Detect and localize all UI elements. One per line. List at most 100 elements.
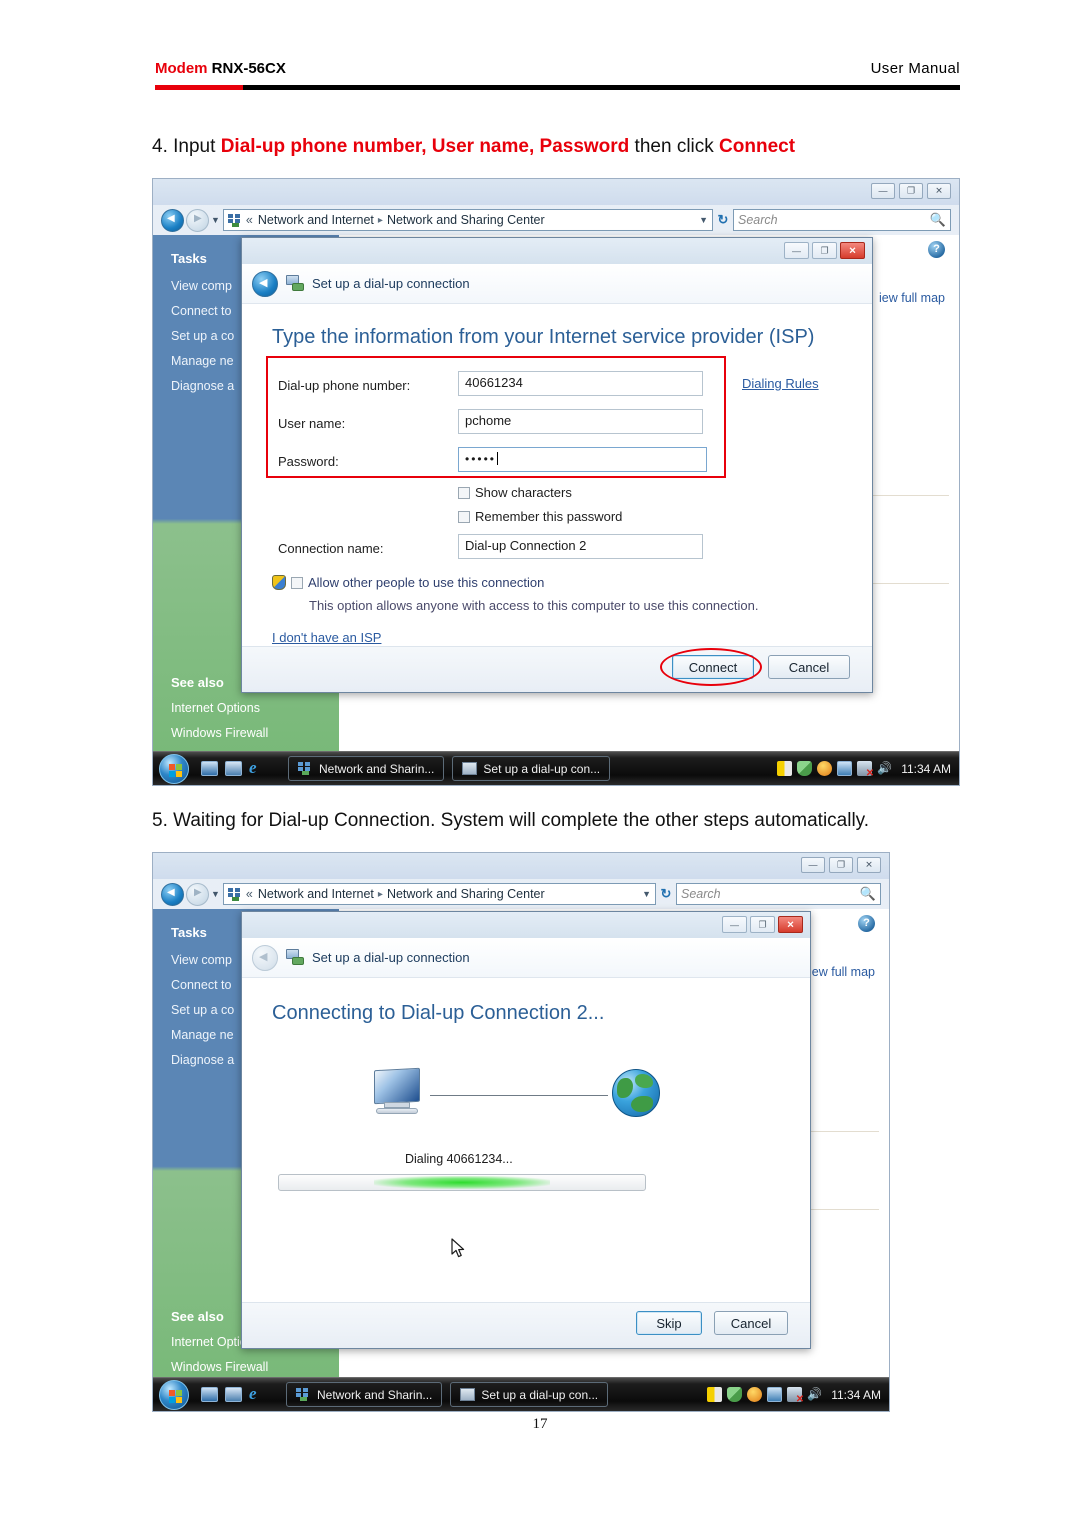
taskbar-clock-2[interactable]: 11:34 AM [831, 1388, 881, 1402]
switch-windows-icon[interactable] [225, 761, 242, 776]
tray-flag-icon[interactable] [777, 761, 793, 776]
recent-pages-chevron-icon-2[interactable]: ▼ [211, 889, 220, 899]
search-input[interactable]: Search 🔍 [733, 209, 951, 231]
refresh-icon[interactable]: ↻ [713, 212, 733, 228]
forward-button[interactable] [186, 208, 209, 232]
allow-others-row[interactable]: Allow other people to use this connectio… [272, 575, 544, 590]
breadcrumb-overflow[interactable]: « [246, 213, 253, 227]
breadcrumb-2[interactable]: « Network and Internet ▸ Network and Sha… [222, 883, 656, 905]
breadcrumb-item-0[interactable]: Network and Internet [258, 213, 374, 227]
remember-password-checkbox[interactable] [458, 510, 470, 523]
breadcrumb[interactable]: « Network and Internet ▸ Network and Sha… [222, 209, 713, 231]
search-icon[interactable]: 🔍 [930, 212, 946, 228]
skip-button[interactable]: Skip [636, 1311, 702, 1335]
help-icon[interactable]: ? [928, 241, 945, 258]
no-isp-link[interactable]: I don't have an ISP [272, 630, 381, 645]
sidebar-item-diagnose-2[interactable]: Diagnose a [171, 1053, 234, 1067]
sidebar-item-windows-firewall[interactable]: Windows Firewall [171, 726, 268, 740]
cancel-button-2[interactable]: Cancel [714, 1311, 788, 1335]
remember-password-checkbox-row[interactable]: Remember this password [458, 509, 622, 524]
back-button[interactable] [161, 208, 184, 232]
sidebar-item-manage-network-2[interactable]: Manage ne [171, 1028, 234, 1042]
breadcrumb-item-2-1[interactable]: Network and Sharing Center [387, 887, 545, 901]
internet-explorer-icon-2[interactable]: e [249, 1385, 266, 1402]
wizard-maximize-button[interactable]: ❐ [812, 242, 837, 259]
switch-windows-icon-2[interactable] [225, 1387, 242, 1402]
close-button[interactable]: ✕ [927, 183, 951, 199]
search-icon-2[interactable]: 🔍 [860, 886, 876, 902]
explorer-window-controls-2[interactable]: — ❐ ✕ [801, 857, 881, 873]
taskbar-button-dialup-wizard-2[interactable]: Set up a dial-up con... [450, 1382, 609, 1407]
show-characters-checkbox[interactable] [458, 486, 470, 499]
sidebar-item-internet-options[interactable]: Internet Options [171, 701, 260, 715]
wizard-back-button[interactable] [252, 270, 278, 297]
tray-warning-icon[interactable] [817, 761, 833, 776]
tray-volume-icon-2[interactable]: 🔊 [807, 1387, 822, 1402]
help-icon-2[interactable]: ? [858, 915, 875, 932]
quick-launch-bar-1[interactable]: e [201, 759, 266, 776]
breadcrumb-item-1[interactable]: Network and Sharing Center [387, 213, 545, 227]
start-button[interactable] [159, 753, 189, 784]
sidebar-item-connect-to[interactable]: Connect to [171, 304, 231, 318]
sidebar-item-view-computers-2[interactable]: View comp [171, 953, 232, 967]
cancel-button[interactable]: Cancel [768, 655, 850, 679]
tray-network-disconnected-icon-2[interactable] [787, 1387, 804, 1405]
quick-launch-bar-2[interactable]: e [201, 1385, 266, 1402]
sidebar-item-set-up-connection-2[interactable]: Set up a co [171, 1003, 234, 1017]
taskbar-button-network-sharing-2[interactable]: Network and Sharin... [286, 1382, 443, 1407]
breadcrumb-item-2-0[interactable]: Network and Internet [258, 887, 374, 901]
forward-button-2[interactable] [186, 882, 209, 906]
show-characters-checkbox-row[interactable]: Show characters [458, 485, 572, 500]
tray-display-icon[interactable] [837, 761, 853, 776]
taskbar-button-dialup-wizard[interactable]: Set up a dial-up con... [452, 756, 611, 781]
tray-network-disconnected-icon[interactable] [857, 761, 874, 779]
phone-number-input[interactable]: 40661234 [458, 371, 703, 396]
search-input-2[interactable]: Search 🔍 [676, 883, 881, 905]
taskbar-button-network-sharing[interactable]: Network and Sharin... [288, 756, 445, 781]
wizard-window-controls-1[interactable]: — ❐ ✕ [784, 242, 865, 259]
tray-flag-icon-2[interactable] [707, 1387, 723, 1402]
tray-security-shield-icon-2[interactable] [727, 1387, 743, 1402]
allow-others-checkbox[interactable] [291, 576, 303, 589]
breadcrumb-dropdown-icon[interactable]: ▼ [693, 215, 708, 225]
connection-name-input[interactable]: Dial-up Connection 2 [458, 534, 703, 559]
password-input[interactable]: ••••• [458, 447, 707, 472]
internet-explorer-icon[interactable]: e [249, 759, 266, 776]
system-tray-2[interactable]: 🔊 11:34 AM [707, 1387, 889, 1405]
sidebar-item-windows-firewall-2[interactable]: Windows Firewall [171, 1360, 268, 1374]
view-full-map-link[interactable]: iew full map [879, 291, 945, 305]
wizard-close-button[interactable]: ✕ [840, 242, 865, 259]
breadcrumb-overflow-2[interactable]: « [246, 887, 253, 901]
view-full-map-link-2[interactable]: iew full map [809, 965, 875, 979]
address-bar-1[interactable]: ▼ « Network and Internet ▸ Network and S… [161, 207, 951, 233]
system-tray-1[interactable]: 🔊 11:34 AM [777, 761, 959, 779]
dialing-rules-link[interactable]: Dialing Rules [742, 376, 819, 391]
wizard-close-button-2[interactable]: ✕ [778, 916, 803, 933]
wizard-maximize-button-2[interactable]: ❐ [750, 916, 775, 933]
wizard-minimize-button[interactable]: — [784, 242, 809, 259]
taskbar-clock[interactable]: 11:34 AM [901, 762, 951, 776]
connect-button[interactable]: Connect [672, 655, 754, 679]
sidebar-item-diagnose[interactable]: Diagnose a [171, 379, 234, 393]
minimize-button-2[interactable]: — [801, 857, 825, 873]
start-button-2[interactable] [159, 1379, 189, 1410]
show-desktop-icon[interactable] [201, 761, 218, 776]
wizard-minimize-button-2[interactable]: — [722, 916, 747, 933]
show-desktop-icon-2[interactable] [201, 1387, 218, 1402]
wizard-back-button-2[interactable] [252, 944, 278, 971]
address-bar-2[interactable]: ▼ « Network and Internet ▸ Network and S… [161, 881, 881, 907]
minimize-button[interactable]: — [871, 183, 895, 199]
sidebar-item-set-up-connection[interactable]: Set up a co [171, 329, 234, 343]
maximize-button-2[interactable]: ❐ [829, 857, 853, 873]
explorer-window-controls-1[interactable]: — ❐ ✕ [871, 183, 951, 199]
tray-display-icon-2[interactable] [767, 1387, 783, 1402]
sidebar-item-connect-to-2[interactable]: Connect to [171, 978, 231, 992]
maximize-button[interactable]: ❐ [899, 183, 923, 199]
back-button-2[interactable] [161, 882, 184, 906]
close-button-2[interactable]: ✕ [857, 857, 881, 873]
wizard-window-controls-2[interactable]: — ❐ ✕ [722, 916, 803, 933]
sidebar-item-view-computers[interactable]: View comp [171, 279, 232, 293]
recent-pages-chevron-icon[interactable]: ▼ [211, 215, 220, 225]
tray-volume-icon[interactable]: 🔊 [877, 761, 892, 776]
tray-warning-icon-2[interactable] [747, 1387, 763, 1402]
